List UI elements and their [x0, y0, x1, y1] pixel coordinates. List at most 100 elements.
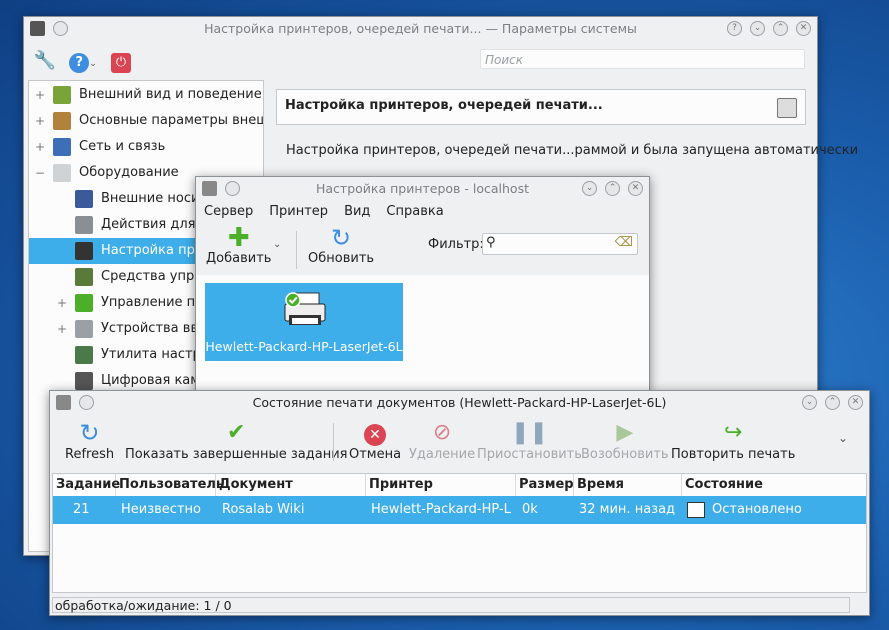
pause-job-button[interactable]: ❚❚ Приостановить	[477, 419, 582, 462]
toolbar-overflow-chevron-icon[interactable]: ⌄	[838, 431, 848, 445]
settings-titlebar[interactable]: Настройка принтеров, очередей печати... …	[24, 17, 817, 41]
wrench-icon[interactable]: 🔧	[32, 49, 58, 73]
category-icon	[53, 112, 71, 130]
category-icon	[75, 346, 93, 364]
stopped-printer-icon	[687, 496, 707, 524]
settings-search-input[interactable]: Поиск	[480, 49, 805, 69]
sidebar-item-label: Внешние носит	[101, 191, 208, 206]
toolbar-separator	[296, 231, 297, 269]
menu-printer[interactable]: Принтер	[261, 201, 336, 223]
category-icon	[75, 320, 93, 338]
cell-printer: Hewlett-Packard-HP-L...	[371, 502, 511, 517]
expand-icon[interactable]: +	[57, 290, 67, 316]
maximize-button[interactable]: ⌃	[773, 21, 788, 36]
refresh-jobs-button[interactable]: ↻ Refresh	[65, 419, 114, 462]
power-icon[interactable]: ⏻	[108, 49, 134, 73]
maximize-button[interactable]: ⌃	[605, 181, 620, 196]
reprint-label: Повторить печать	[671, 447, 796, 462]
toolbar-separator	[333, 423, 334, 461]
cell-time: 32 мин. назад	[579, 502, 676, 517]
cancel-icon: ✕	[349, 419, 401, 447]
checkmark-icon: ✔	[227, 420, 246, 445]
category-icon	[53, 138, 71, 156]
jobs-statusbar: обработка/ожидание: 1 / 0	[52, 597, 850, 613]
cell-job: 21	[73, 502, 90, 517]
play-icon: ▶	[616, 420, 634, 445]
delete-label: Удаление	[409, 447, 476, 462]
column-document[interactable]: Документ	[216, 474, 366, 496]
sidebar-item[interactable]: + Внешний вид и поведение ср	[29, 82, 263, 108]
category-icon	[75, 268, 93, 286]
minimize-button[interactable]: ⌄	[582, 181, 597, 196]
printer-app-icon[interactable]	[56, 395, 71, 410]
jobs-table[interactable]: Задание Пользователь Документ Принтер Ра…	[52, 473, 867, 593]
add-dropdown-chevron-icon[interactable]: ⌄	[273, 239, 281, 250]
sidebar-item-label: Средства управ	[101, 269, 210, 284]
settings-app-icon[interactable]	[30, 21, 45, 36]
add-printer-button[interactable]: ✚ Добавить	[206, 225, 271, 266]
delete-icon: ⊘	[432, 420, 452, 445]
pin-button[interactable]	[53, 21, 68, 36]
printer-icon-view: Hewlett-Packard-HP-LaserJet-6L	[196, 275, 649, 390]
show-completed-label: Показать завершенные задания	[125, 447, 348, 462]
pin-button[interactable]	[225, 181, 240, 196]
column-size[interactable]: Размер	[516, 474, 574, 496]
settings-toolbar: 🔧 ? ⌄ ⏻ Поиск	[24, 41, 817, 81]
column-time[interactable]: Время отсылки	[574, 474, 682, 514]
expand-icon[interactable]: +	[57, 316, 67, 342]
show-completed-button[interactable]: ✔ Показать завершенные задания	[125, 419, 347, 462]
printer-name: Hewlett-Packard-HP-LaserJet-6L	[205, 339, 403, 354]
resume-label: Возобновить	[581, 447, 669, 462]
expand-icon[interactable]: +	[35, 108, 45, 134]
filter-input[interactable]: ⚲ ⌫	[482, 233, 638, 255]
printer-icon	[777, 98, 797, 118]
sidebar-item-label: Утилита настро	[101, 347, 209, 362]
column-job[interactable]: Задание	[53, 474, 120, 496]
search-icon: ⚲	[486, 235, 496, 250]
pin-button[interactable]	[79, 395, 94, 410]
minimize-button[interactable]: ⌄	[750, 21, 765, 36]
cancel-job-button[interactable]: ✕ Отмена	[349, 419, 401, 462]
category-icon	[75, 294, 93, 312]
clear-broom-icon[interactable]: ⌫	[615, 235, 633, 250]
jobs-window-title: Состояние печати документов (Hewlett-Pac…	[252, 395, 667, 410]
module-title: Настройка принтеров, очередей печати...	[285, 98, 603, 113]
close-button[interactable]: ✕	[796, 21, 811, 36]
close-button[interactable]: ✕	[628, 181, 643, 196]
jobs-titlebar[interactable]: Состояние печати документов (Hewlett-Pac…	[50, 391, 869, 415]
category-icon	[53, 86, 71, 104]
column-printer[interactable]: Принтер	[366, 474, 516, 496]
cell-document: Rosalab Wiki	[222, 502, 305, 517]
filter-label: Фильтр:	[428, 237, 484, 252]
column-user[interactable]: Пользователь	[116, 474, 224, 496]
reprint-job-button[interactable]: ↪ Повторить печать	[671, 419, 795, 462]
expand-icon[interactable]: +	[35, 82, 45, 108]
category-icon	[75, 190, 93, 208]
collapse-icon[interactable]: −	[35, 160, 45, 186]
printers-menubar: Сервер Принтер Вид Справка	[196, 201, 452, 223]
printers-titlebar[interactable]: Настройка принтеров - localhost ⌄ ⌃ ✕	[196, 177, 649, 201]
printer-app-icon[interactable]	[202, 181, 217, 196]
menu-server[interactable]: Сервер	[196, 201, 261, 223]
delete-job-button[interactable]: ⊘ Удаление	[409, 419, 475, 462]
sidebar-item[interactable]: + Основные параметры внешн	[29, 108, 263, 134]
help-button[interactable]: ?	[727, 21, 742, 36]
refresh-printers-button[interactable]: ↻ Обновить	[308, 225, 374, 266]
sidebar-item[interactable]: + Сеть и связь	[29, 134, 263, 160]
resume-job-button[interactable]: ▶ Возобновить	[581, 419, 669, 462]
close-button[interactable]: ✕	[848, 395, 863, 410]
category-icon	[75, 242, 93, 260]
expand-icon[interactable]: +	[35, 134, 45, 160]
printer-item[interactable]: Hewlett-Packard-HP-LaserJet-6L	[205, 283, 403, 361]
sidebar-item-label: Сеть и связь	[79, 139, 166, 154]
column-state[interactable]: Состояние	[682, 474, 869, 496]
maximize-button[interactable]: ⌃	[825, 395, 840, 410]
table-row[interactable]: 21 Неизвестно Rosalab Wiki Hewlett-Packa…	[53, 496, 866, 524]
category-icon	[75, 372, 93, 390]
menu-help[interactable]: Справка	[378, 201, 451, 223]
minimize-button[interactable]: ⌄	[802, 395, 817, 410]
menu-view[interactable]: Вид	[336, 201, 378, 223]
pause-icon: ❚❚	[511, 420, 548, 445]
help-menu-icon[interactable]: ? ⌄	[66, 49, 100, 73]
reprint-arrow-icon: ↪	[723, 420, 743, 445]
